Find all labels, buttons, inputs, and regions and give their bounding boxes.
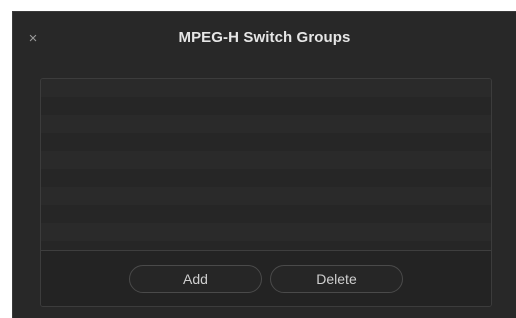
- close-icon[interactable]: ×: [23, 28, 43, 48]
- add-button[interactable]: Add: [129, 265, 262, 293]
- dialog-title: MPEG-H Switch Groups: [178, 29, 351, 46]
- delete-button[interactable]: Delete: [270, 265, 403, 293]
- switch-groups-panel: Add Delete: [40, 78, 492, 307]
- panel-footer: Add Delete: [41, 251, 491, 306]
- switch-groups-dialog: × MPEG-H Switch Groups Add Delete: [12, 11, 516, 318]
- switch-groups-list[interactable]: [41, 79, 491, 250]
- dialog-titlebar: × MPEG-H Switch Groups: [13, 12, 516, 67]
